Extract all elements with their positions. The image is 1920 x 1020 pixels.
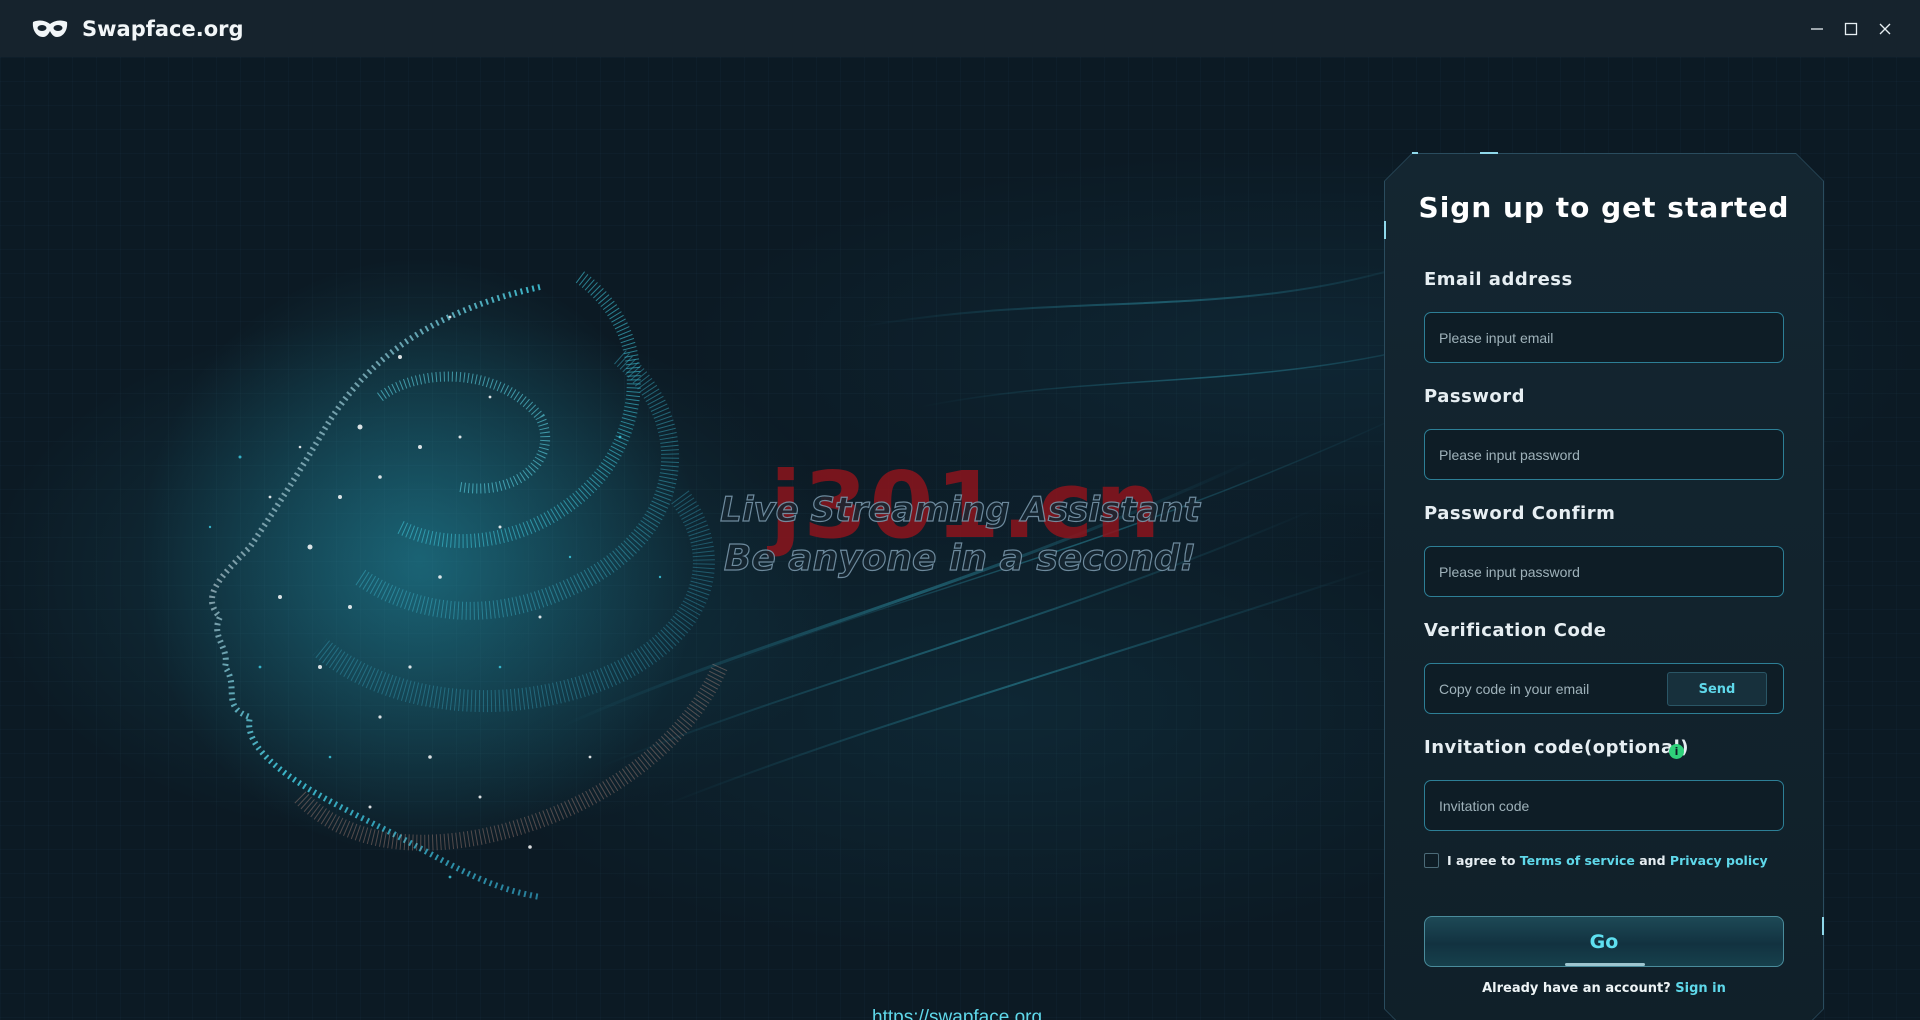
app-title: Swapface.org — [82, 16, 244, 41]
signup-panel: Sign up to get started Email address Pas… — [1384, 152, 1824, 1020]
signin-prompt: Already have an account? — [1482, 981, 1676, 996]
password-confirm-field[interactable] — [1424, 546, 1784, 597]
password-confirm-label: Password Confirm — [1424, 503, 1616, 524]
panel-top-accent — [1480, 152, 1498, 154]
signup-title: Sign up to get started — [1418, 191, 1790, 224]
tagline-line-2: Be anyone in a second! — [723, 537, 1197, 579]
close-icon[interactable] — [1868, 12, 1902, 46]
send-code-button[interactable]: Send — [1667, 672, 1767, 706]
hero-tagline: Live Streaming Assistant Be anyone in a … — [700, 487, 1220, 585]
signin-row: Already have an account? Sign in — [1384, 981, 1824, 996]
panel-right-accent — [1822, 917, 1824, 935]
agree-prefix-text: I agree to — [1447, 853, 1516, 868]
title-bar: Swapface.org — [0, 0, 1920, 58]
window-controls — [1800, 0, 1902, 57]
agree-and-text: and — [1639, 853, 1666, 868]
agreement-row: I agree to Terms of service and Privacy … — [1424, 853, 1768, 868]
privacy-policy-link[interactable]: Privacy policy — [1670, 853, 1768, 868]
main-area: j301.cn Live Streaming Assistant Be anyo… — [0, 57, 1920, 1020]
email-field[interactable] — [1424, 312, 1784, 363]
invitation-code-label: Invitation code(optional) — [1424, 737, 1689, 758]
terms-of-service-link[interactable]: Terms of service — [1520, 853, 1635, 868]
agree-checkbox[interactable] — [1424, 853, 1439, 868]
maximize-icon[interactable] — [1834, 12, 1868, 46]
go-button-label: Go — [1589, 930, 1619, 953]
mask-logo-icon — [32, 18, 70, 40]
password-label: Password — [1424, 386, 1526, 407]
verification-code-row: Send — [1424, 663, 1784, 714]
panel-corner-accent — [1412, 152, 1418, 154]
particle-face-graphic — [140, 257, 728, 900]
go-button[interactable]: Go — [1424, 916, 1784, 967]
go-button-underline — [1565, 963, 1645, 966]
sign-in-link[interactable]: Sign in — [1675, 981, 1726, 996]
invitation-code-field[interactable] — [1424, 780, 1784, 831]
minimize-icon[interactable] — [1800, 12, 1834, 46]
password-field[interactable] — [1424, 429, 1784, 480]
website-link[interactable]: https://swapface.org — [872, 1007, 1042, 1020]
verification-code-label: Verification Code — [1424, 620, 1607, 641]
tagline-line-1: Live Streaming Assistant — [720, 489, 1201, 530]
verification-code-field[interactable] — [1425, 664, 1665, 713]
email-label: Email address — [1424, 269, 1573, 290]
info-icon[interactable]: i — [1669, 744, 1684, 759]
